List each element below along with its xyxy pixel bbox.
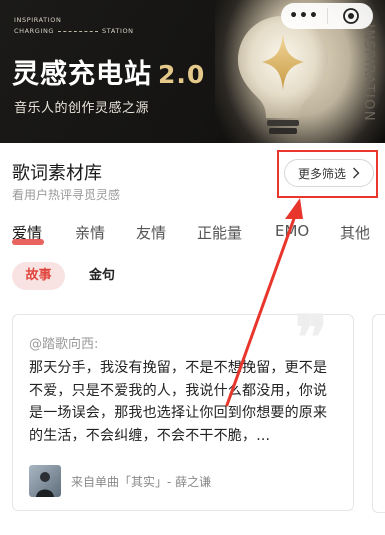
category-tabs: 爱情 亲情 友情 正能量 EMO 其他: [0, 222, 385, 248]
banner-title-text: 灵感充电站: [12, 59, 152, 90]
card-footer[interactable]: 来自单曲「其实」- 薛之谦: [29, 465, 211, 497]
banner-vertical-text: INSPIRATION: [361, 24, 376, 123]
tab-other[interactable]: 其他: [340, 222, 370, 243]
card-author: @踏歌向西:: [29, 337, 99, 352]
pill-golden-sentence[interactable]: 金句: [82, 262, 122, 290]
target-circle-icon: [342, 8, 359, 24]
song-source: 来自单曲「其实」- 薛之谦: [71, 474, 212, 489]
lyric-card[interactable]: ❞ @踏歌向西: 那天分手，我没有挽留，不是不想挽留，更不是不爱，只是不爱我的人…: [12, 303, 354, 511]
active-tab-indicator: [12, 239, 44, 245]
close-button[interactable]: [328, 7, 373, 25]
tab-positive[interactable]: 正能量: [197, 222, 242, 243]
tab-emo[interactable]: EMO: [275, 222, 309, 240]
pill-story[interactable]: 故事: [12, 262, 65, 290]
banner-tagline: INSPIRATION CHARGING STATION: [14, 17, 134, 35]
banner[interactable]: INSPIRATION CHARGING STATION 灵感充电站 2.0 音乐…: [0, 0, 385, 143]
banner-title: 灵感充电站 2.0: [12, 52, 205, 91]
tagline-charging: CHARGING: [14, 26, 55, 35]
banner-version: 2.0: [158, 60, 206, 89]
mini-program-capsule[interactable]: •••: [281, 3, 373, 29]
banner-subtitle: 音乐人的创作灵感之源: [14, 101, 150, 116]
tagline-inspiration: INSPIRATION: [14, 16, 62, 24]
card-comment-text: 那天分手，我没有挽留，不是不想挽留，更不是不爱，只是不爱我的人，我说什么都没用，…: [29, 360, 328, 444]
next-card-peek[interactable]: [372, 314, 385, 513]
lightbulb-icon: [238, 16, 328, 134]
tab-friendship[interactable]: 友情: [136, 222, 166, 243]
more-menu-button[interactable]: •••: [281, 3, 327, 29]
song-cover-avatar: [29, 465, 61, 497]
tagline-dash: [58, 30, 99, 32]
tagline-station: STATION: [102, 26, 134, 35]
tab-family[interactable]: 亲情: [75, 222, 105, 243]
section-title: 歌词素材库: [12, 163, 102, 184]
annotation-highlight-box: [277, 150, 378, 198]
section-subtitle: 看用户热评寻觅灵感: [12, 188, 121, 202]
